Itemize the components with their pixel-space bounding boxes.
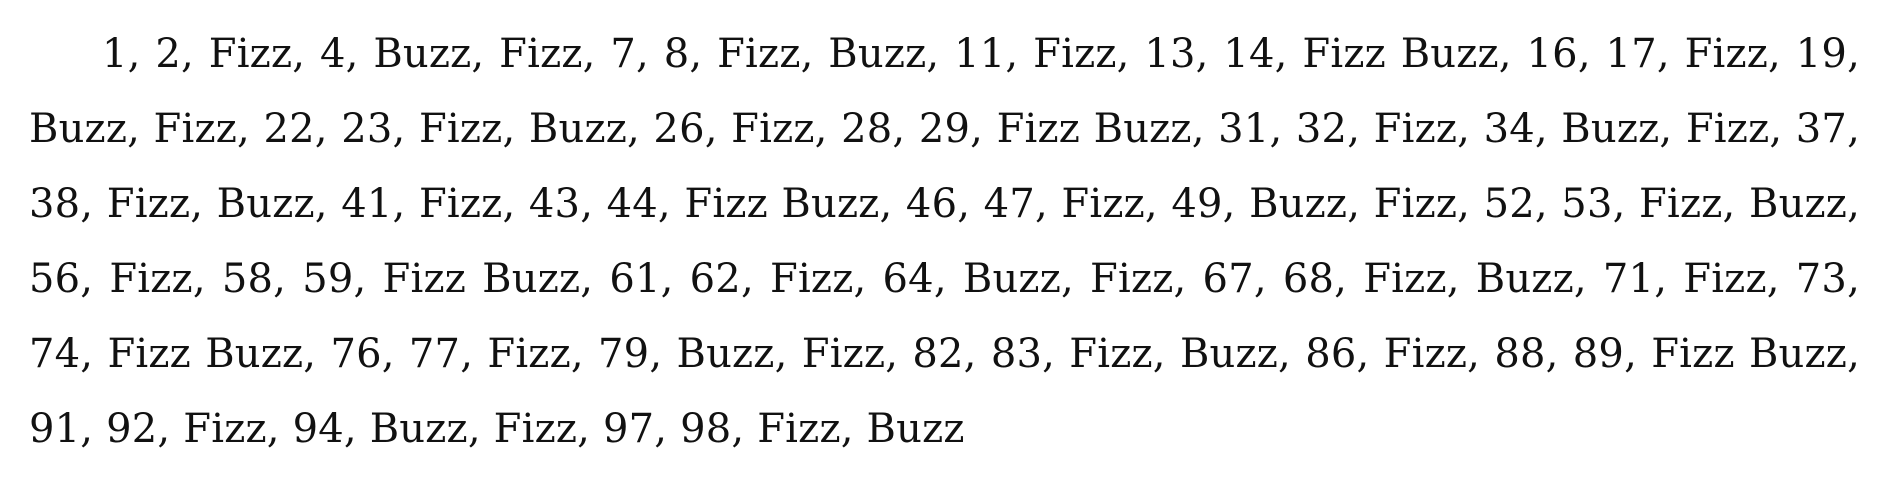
- document-page: 1, 2, Fizz, 4, Buzz, Fizz, 7, 8, Fizz, B…: [0, 0, 1889, 479]
- fizzbuzz-paragraph: 1, 2, Fizz, 4, Buzz, Fizz, 7, 8, Fizz, B…: [29, 31, 1860, 452]
